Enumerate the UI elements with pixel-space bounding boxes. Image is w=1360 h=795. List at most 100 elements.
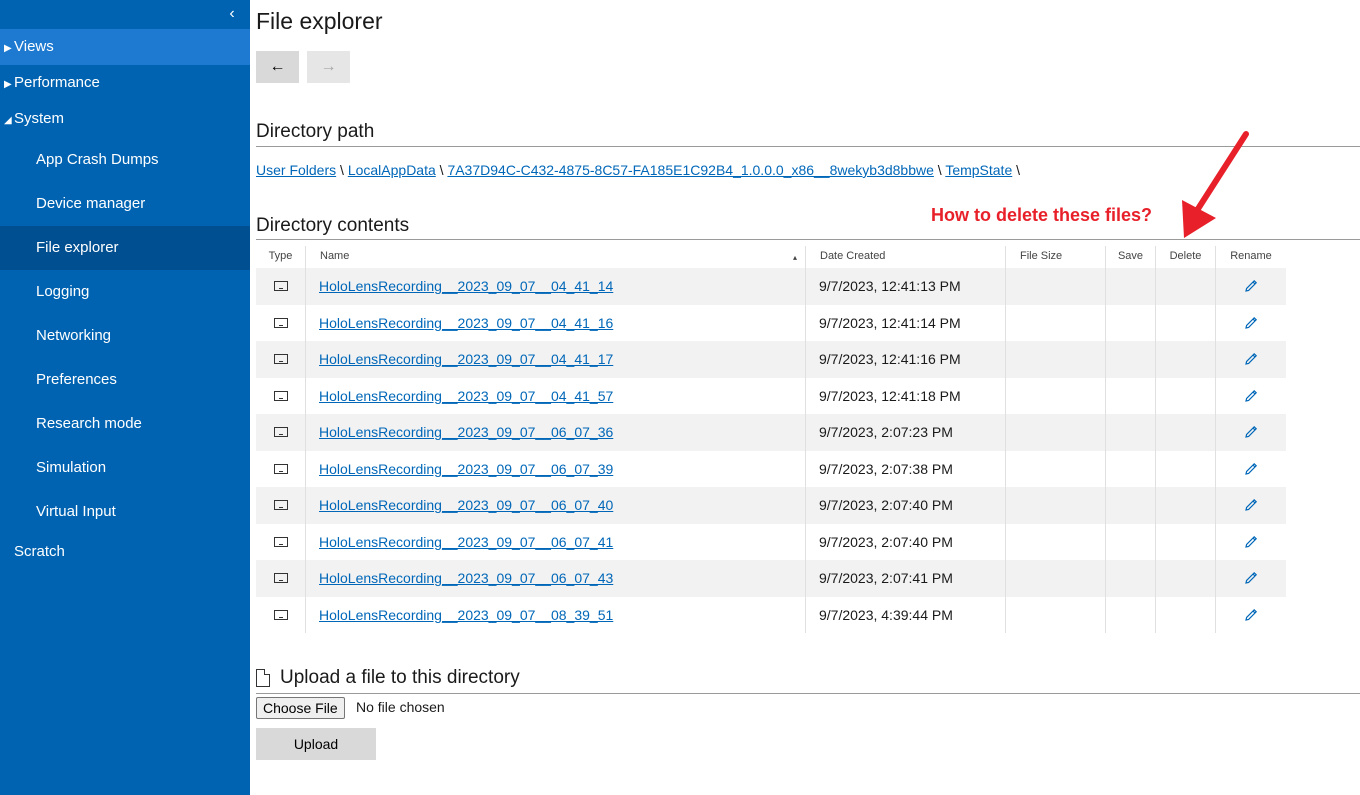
- nav-app-crash-dumps[interactable]: App Crash Dumps: [0, 138, 250, 182]
- nav-device-manager[interactable]: Device manager: [0, 182, 250, 226]
- file-link[interactable]: HoloLensRecording__2023_09_07__06_07_36: [319, 424, 613, 440]
- file-icon: [273, 390, 288, 401]
- rename-cell: [1216, 305, 1286, 342]
- file-icon: [273, 317, 288, 328]
- pencil-icon[interactable]: [1243, 351, 1259, 367]
- file-link[interactable]: HoloLensRecording__2023_09_07__06_07_41: [319, 534, 613, 550]
- rename-cell: [1216, 378, 1286, 415]
- file-icon: [273, 500, 288, 511]
- pencil-icon[interactable]: [1243, 570, 1259, 586]
- expand-caret-icon: ▶: [4, 43, 12, 54]
- nav-views[interactable]: ▶ Views: [0, 29, 250, 65]
- expand-caret-icon: ▶: [4, 79, 12, 90]
- pencil-icon[interactable]: [1243, 278, 1259, 294]
- file-link[interactable]: HoloLensRecording__2023_09_07__04_41_17: [319, 351, 613, 367]
- upload-heading-text: Upload a file to this directory: [280, 667, 520, 688]
- col-file-size[interactable]: File Size: [1006, 246, 1106, 268]
- nav-research-mode[interactable]: Research mode: [0, 402, 250, 446]
- rename-cell: [1216, 341, 1286, 378]
- pencil-icon[interactable]: [1243, 497, 1259, 513]
- pencil-icon[interactable]: [1243, 388, 1259, 404]
- file-icon: [273, 463, 288, 474]
- back-button[interactable]: ←: [256, 51, 299, 83]
- nav-simulation[interactable]: Simulation: [0, 446, 250, 490]
- name-cell: HoloLensRecording__2023_09_07__06_07_40: [306, 487, 806, 524]
- file-icon: [273, 536, 288, 547]
- divider: [256, 693, 1360, 694]
- file-link[interactable]: HoloLensRecording__2023_09_07__04_41_16: [319, 315, 613, 331]
- save-cell: [1106, 414, 1156, 451]
- nav-virtual-input[interactable]: Virtual Input: [0, 490, 250, 534]
- table-header: Type Name ▴ Date Created File Size Save …: [256, 246, 1286, 268]
- pencil-icon[interactable]: [1243, 315, 1259, 331]
- nav-networking[interactable]: Networking: [0, 314, 250, 358]
- size-cell: [1006, 596, 1106, 633]
- col-name[interactable]: Name ▴: [306, 246, 806, 268]
- table-row: HoloLensRecording__2023_09_07__06_07_41 9…: [256, 523, 1286, 561]
- rename-cell: [1216, 524, 1286, 561]
- file-link[interactable]: HoloLensRecording__2023_09_07__06_07_40: [319, 497, 613, 513]
- size-cell: [1006, 487, 1106, 524]
- name-cell: HoloLensRecording__2023_09_07__04_41_14: [306, 268, 806, 305]
- forward-button[interactable]: →: [307, 51, 350, 83]
- name-cell: HoloLensRecording__2023_09_07__04_41_57: [306, 377, 806, 414]
- nav-file-explorer[interactable]: File explorer: [0, 226, 250, 270]
- breadcrumb-link[interactable]: 7A37D94C-C432-4875-8C57-FA185E1C92B4_1.0…: [447, 162, 933, 178]
- pencil-icon[interactable]: [1243, 607, 1259, 623]
- size-cell: [1006, 268, 1106, 305]
- breadcrumb-separator: \: [1016, 162, 1021, 178]
- page-title: File explorer: [256, 8, 383, 34]
- breadcrumb-link[interactable]: LocalAppData: [348, 162, 436, 178]
- save-cell: [1106, 268, 1156, 305]
- col-delete: Delete: [1156, 246, 1216, 268]
- nav-performance[interactable]: ▶ Performance: [0, 65, 250, 101]
- rename-cell: [1216, 268, 1286, 305]
- table-row: HoloLensRecording__2023_09_07__06_07_36 9…: [256, 414, 1286, 451]
- collapse-sidebar-icon[interactable]: ‹: [222, 4, 242, 24]
- pencil-icon[interactable]: [1243, 534, 1259, 550]
- choose-file-button[interactable]: Choose File: [256, 697, 345, 719]
- collapse-caret-icon: ◢: [4, 115, 12, 126]
- upload-button[interactable]: Upload: [256, 728, 376, 760]
- file-link[interactable]: HoloLensRecording__2023_09_07__06_07_43: [319, 570, 613, 586]
- date-cell: 9/7/2023, 12:41:18 PM: [806, 377, 1006, 414]
- date-cell: 9/7/2023, 2:07:41 PM: [806, 560, 1006, 597]
- size-cell: [1006, 341, 1106, 378]
- save-cell: [1106, 377, 1156, 414]
- file-link[interactable]: HoloLensRecording__2023_09_07__04_41_14: [319, 278, 613, 294]
- table-row: HoloLensRecording__2023_09_07__06_07_40 9…: [256, 487, 1286, 524]
- file-link[interactable]: HoloLensRecording__2023_09_07__04_41_57: [319, 388, 613, 404]
- nav-system[interactable]: ◢ System: [0, 101, 250, 137]
- rename-cell: [1216, 560, 1286, 597]
- nav-preferences[interactable]: Preferences: [0, 358, 250, 402]
- type-cell: [256, 268, 306, 305]
- file-table: Type Name ▴ Date Created File Size Save …: [256, 246, 1286, 633]
- size-cell: [1006, 377, 1106, 414]
- annotation-text: How to delete these files?: [931, 205, 1153, 225]
- breadcrumb-link[interactable]: User Folders: [256, 162, 336, 178]
- file-icon: [273, 281, 288, 292]
- table-row: HoloLensRecording__2023_09_07__08_39_51 9…: [256, 596, 1286, 634]
- table-row: HoloLensRecording__2023_09_07__04_41_57 9…: [256, 377, 1286, 415]
- file-link[interactable]: HoloLensRecording__2023_09_07__06_07_39: [319, 461, 613, 477]
- size-cell: [1006, 450, 1106, 487]
- breadcrumb-link[interactable]: TempState: [945, 162, 1012, 178]
- save-cell: [1106, 560, 1156, 597]
- nav-label: Performance: [14, 74, 100, 91]
- pencil-icon[interactable]: [1243, 424, 1259, 440]
- file-link[interactable]: HoloLensRecording__2023_09_07__08_39_51: [319, 607, 613, 623]
- type-cell: [256, 304, 306, 341]
- breadcrumb-separator: \: [340, 162, 344, 178]
- date-cell: 9/7/2023, 12:41:14 PM: [806, 304, 1006, 341]
- rename-cell: [1216, 597, 1286, 634]
- nav-scratch[interactable]: Scratch: [0, 534, 250, 570]
- document-icon: [256, 669, 270, 687]
- main-content: File explorer ← → Directory path User Fo…: [256, 0, 1360, 795]
- date-cell: 9/7/2023, 2:07:40 PM: [806, 523, 1006, 560]
- nav-logging[interactable]: Logging: [0, 270, 250, 314]
- pencil-icon[interactable]: [1243, 461, 1259, 477]
- col-type[interactable]: Type: [256, 246, 306, 268]
- table-row: HoloLensRecording__2023_09_07__04_41_14 9…: [256, 268, 1286, 305]
- col-date-created[interactable]: Date Created: [806, 246, 1006, 268]
- name-cell: HoloLensRecording__2023_09_07__06_07_36: [306, 414, 806, 451]
